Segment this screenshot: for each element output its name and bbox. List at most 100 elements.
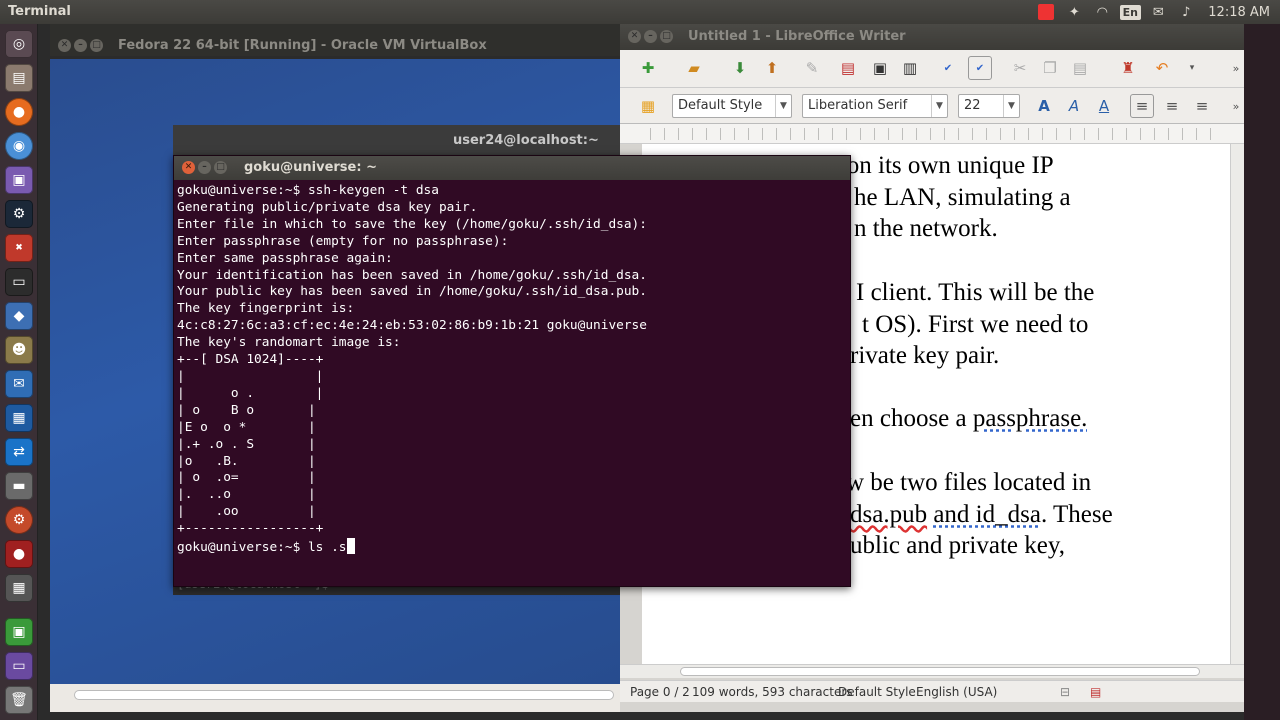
minimize-icon[interactable]: – [198,161,211,174]
virtualbox-icon[interactable]: ▦ [5,404,33,432]
undo-dropdown-icon[interactable]: ▾ [1180,56,1204,80]
spellcheck-icon[interactable]: ✔ [936,56,960,80]
word-count[interactable]: 109 words, 593 characters [692,685,853,699]
drive-icon[interactable]: ▬ [5,472,33,500]
close-icon[interactable]: ✕ [58,39,71,52]
font-size-select[interactable]: 22 ▼ [958,94,1020,118]
close-icon[interactable]: ✕ [628,30,641,43]
terminal-titlebar[interactable]: ✕ – □ goku@universe: ~ [174,156,850,180]
volume-icon[interactable]: ♪ [1172,0,1200,24]
green-app-icon[interactable]: ▣ [5,618,33,646]
red-app-indicator-icon[interactable] [1032,0,1060,24]
auto-spellcheck-icon[interactable]: ✔ [968,56,992,80]
close-icon[interactable]: ✕ [182,161,195,174]
print-preview-icon[interactable]: ▥ [898,56,922,80]
maximize-icon[interactable]: □ [214,161,227,174]
doc-line: n on its own unique IP [828,152,1054,179]
writer-title: Untitled 1 - LibreOffice Writer [688,29,906,44]
terminal-line: The key fingerprint is: [177,301,355,317]
export-pdf-icon[interactable]: ▤ [836,56,860,80]
print-icon[interactable]: ▣ [868,56,892,80]
underline-icon[interactable]: A [1092,94,1116,118]
paragraph-style-select[interactable]: Default Style ▼ [672,94,792,118]
vertical-scrollbar[interactable] [1230,144,1244,664]
terminal-icon[interactable]: ▭ [5,268,33,296]
wifi-icon[interactable]: ◠ [1088,0,1116,24]
terminal-window[interactable]: ✕ – □ goku@universe: ~ goku@universe:~$ … [173,155,851,587]
maximize-icon[interactable]: □ [660,30,673,43]
chromium-icon[interactable]: ◉ [5,132,33,160]
minimize-icon[interactable]: – [74,39,87,52]
font-name-select[interactable]: Liberation Serif ▼ [802,94,948,118]
ruler[interactable] [620,124,1244,144]
image-viewer-icon[interactable]: ▣ [5,166,33,194]
settings-icon[interactable]: ⚙ [5,506,33,534]
terminal-line: Enter passphrase (empty for no passphras… [177,233,509,249]
terminal-line: |E o o * | [177,419,316,435]
language[interactable]: English (USA) [916,685,997,699]
virtualbox-titlebar[interactable]: ✕ – □ Fedora 22 64-bit [Running] - Oracl… [50,24,630,56]
undo-icon[interactable]: ↶ [1150,56,1174,80]
maximize-icon[interactable]: □ [90,39,103,52]
dash-home-icon[interactable]: ◎ [5,30,33,58]
vm-terminal-titlebar[interactable]: user24@localhost:~ [173,125,623,155]
red-app-icon[interactable]: ● [5,540,33,568]
trash-icon[interactable]: 🗑 [5,686,33,714]
top-panel: Terminal ✦ ◠ En ✉ ♪ 12:18 AM [0,0,1280,24]
standard-toolbar: ✚ ▰ ⬇ ⬆ ✎ ▤ ▣ ▥ ✔ ✔ ✂ ❐ ▤ ♜ ↶ ▾ » [620,50,1244,88]
doc-line: dsa.pub and id_dsa. These [850,501,1113,528]
keyboard-layout-indicator[interactable]: En [1116,0,1144,24]
writer-titlebar[interactable]: ✕ – □ Untitled 1 - LibreOffice Writer [620,24,1244,50]
teamviewer-icon[interactable]: ⇄ [5,438,33,466]
terminal-line: | o . | [177,385,324,401]
indicator-area: ✦ ◠ En ✉ ♪ 12:18 AM [1032,0,1280,24]
minimize-icon[interactable]: – [644,30,657,43]
page-count[interactable]: Page 0 / 2 [630,685,690,699]
files-icon[interactable]: ▤ [5,64,33,92]
terminal-line: +--[ DSA 1024]----+ [177,352,324,368]
workspace-switcher-icon[interactable]: ▦ [5,574,33,602]
page-style[interactable]: Default Style [838,685,916,699]
cut-icon[interactable]: ✂ [1008,56,1032,80]
terminal-line: 4c:c8:27:6c:a3:cf:ec:4e:24:eb:53:02:86:b… [177,318,647,334]
dropbox-icon[interactable]: ✦ [1060,0,1088,24]
paste-icon[interactable]: ▤ [1068,56,1092,80]
export-icon[interactable]: ⬆ [760,56,784,80]
writer-status-bar: Page 0 / 2 109 words, 593 characters Def… [620,680,1244,702]
text-cursor [346,538,355,555]
doc-line: n the network. [854,215,998,242]
selection-mode-icon[interactable]: ⊟ [1060,685,1070,699]
terminal-input-line[interactable]: goku@universe:~$ ls .s [177,538,847,557]
screen-app-icon[interactable]: ▭ [5,652,33,680]
vm-status-bar [50,684,630,712]
vm-scrollbar[interactable] [74,690,614,700]
copy-icon[interactable]: ❐ [1038,56,1062,80]
align-center-icon[interactable]: ≡ [1160,94,1184,118]
save-icon[interactable]: ⬇ [728,56,752,80]
align-left-icon[interactable]: ≡ [1130,94,1154,118]
terminal-title: goku@universe: ~ [244,160,377,175]
align-right-icon[interactable]: ≡ [1190,94,1214,118]
bold-icon[interactable]: A [1032,94,1056,118]
document-modified-icon[interactable]: ▤ [1090,685,1101,699]
terminal-output[interactable]: goku@universe:~$ ssh-keygen -t dsa Genera… [174,180,850,560]
crossover-icon[interactable]: ✖ [5,234,33,262]
terminal-line: Generating public/private dsa key pair. [177,199,478,215]
clock[interactable]: 12:18 AM [1200,5,1280,20]
terminal-line: | | [177,368,324,384]
steam-icon[interactable]: ⚙ [5,200,33,228]
clone-formatting-icon[interactable]: ♜ [1116,56,1140,80]
new-document-icon[interactable]: ✚ [636,56,660,80]
terminal-line: Your identification has been saved in /h… [177,267,647,283]
launcher: ◎ ▤ ● ◉ ▣ ⚙ ✖ ▭ ◆ ☻ ✉ ▦ ⇄ ▬ ⚙ ● ▦ ▣ ▭ 🗑 [0,24,38,720]
thunderbird-icon[interactable]: ✉ [5,370,33,398]
styles-icon[interactable]: ▦ [636,94,660,118]
mail-icon[interactable]: ✉ [1144,0,1172,24]
gimp-icon[interactable]: ☻ [5,336,33,364]
open-folder-icon[interactable]: ▰ [682,56,706,80]
drop-app-icon[interactable]: ◆ [5,302,33,330]
horizontal-scrollbar[interactable] [620,664,1244,678]
edit-file-icon[interactable]: ✎ [800,56,824,80]
italic-icon[interactable]: A [1062,94,1086,118]
firefox-icon[interactable]: ● [5,98,33,126]
